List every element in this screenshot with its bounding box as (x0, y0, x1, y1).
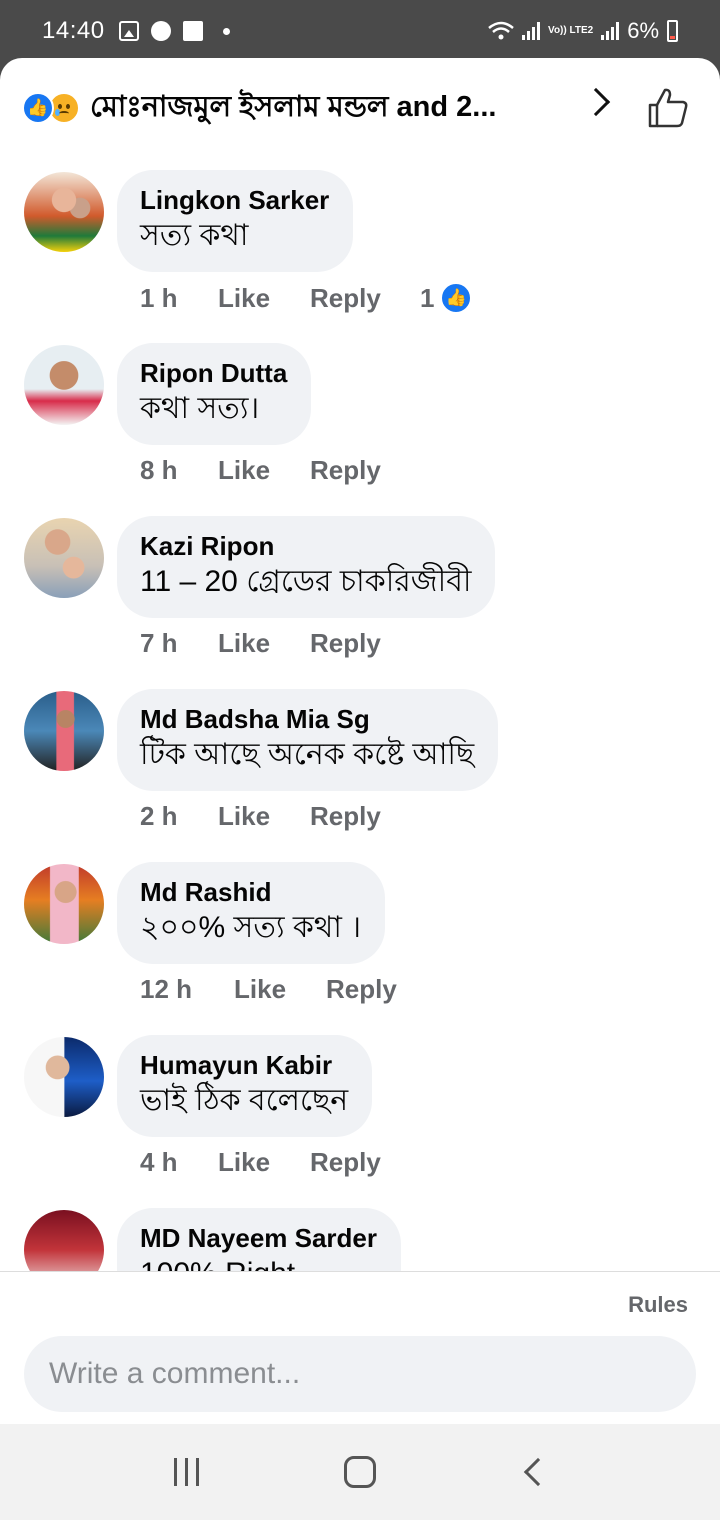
app-notification-icon (182, 21, 203, 41)
avatar[interactable] (24, 1210, 104, 1271)
comment-time[interactable]: 1 h (140, 283, 218, 314)
comment-bubble[interactable]: Md Rashid ২০০% সত্য কথা । (117, 862, 386, 964)
commenter-name[interactable]: Md Badsha Mia Sg (140, 703, 474, 735)
comment-text: কথা সত্য। (140, 392, 260, 425)
avatar[interactable] (24, 345, 104, 425)
comment-bubble[interactable]: Ripon Dutta কথা সত্য। (117, 343, 312, 445)
comment-text: ভাই ঠিক বলেছেন (140, 1084, 349, 1117)
comment-bubble[interactable]: Lingkon Sarker সত্য কথা (117, 170, 354, 272)
comment-bubble[interactable]: Humayun Kabir ভাই ঠিক বলেছেন (117, 1035, 373, 1137)
like-reaction-icon: 👍 (22, 92, 54, 124)
reactors-title: মোঃনাজমুল ইসলাম মন্ডল and 2... (90, 90, 497, 123)
gallery-notification-icon (118, 21, 139, 41)
reactions-header[interactable]: 👍 মোঃনাজমুল ইসলাম মন্ডল and 2... (0, 58, 720, 158)
reaction-summary: 👍 (22, 92, 80, 124)
commenter-name[interactable]: Humayun Kabir (140, 1049, 348, 1081)
comment-time[interactable]: 2 h (140, 801, 218, 832)
reaction-count-value: 1 (420, 282, 435, 313)
comment-bubble[interactable]: Kazi Ripon 11 – 20 গ্রেডের চাকরিজীবী (117, 516, 496, 618)
like-reaction-icon: 👍 (440, 282, 473, 314)
battery-percent: 6% (627, 18, 659, 43)
back-icon (524, 1457, 553, 1487)
commenter-name[interactable]: Kazi Ripon (140, 530, 471, 562)
network-type-label: Vo)) LTE2 (548, 25, 594, 36)
commenter-name[interactable]: Lingkon Sarker (140, 184, 329, 216)
comment-item: Kazi Ripon 11 – 20 গ্রেডের চাকরিজীবী 7 h… (0, 516, 720, 689)
status-bar: 14:40 Vo)) LTE2 6% (0, 0, 720, 62)
comment-item: Humayun Kabir ভাই ঠিক বলেছেন 4 h Like Re… (0, 1035, 720, 1208)
comment-text: 11 – 20 গ্রেডের চাকরিজীবী (140, 565, 472, 598)
comment-bubble[interactable]: Md Badsha Mia Sg টিক আছে অনেক কষ্টে আছি (117, 689, 499, 791)
like-button[interactable]: Like (218, 283, 310, 314)
rules-link[interactable]: Rules (628, 1292, 688, 1318)
comment-text: ২০০% সত্য কথা । (140, 911, 362, 944)
back-button[interactable] (503, 1442, 563, 1502)
comment-text: 100% Right (140, 1254, 377, 1271)
home-icon (343, 1456, 376, 1488)
like-outline-icon[interactable] (646, 86, 690, 130)
comment-time[interactable]: 7 h (140, 628, 218, 659)
more-notifications-icon (222, 27, 230, 35)
comment-list: Lingkon Sarker সত্য কথা 1 h Like Reply 1… (0, 170, 720, 1271)
comment-time[interactable]: 8 h (140, 455, 218, 486)
commenter-name[interactable]: MD Nayeem Sarder (140, 1222, 377, 1254)
commenter-name[interactable]: Ripon Dutta (140, 357, 287, 389)
comment-time[interactable]: 12 h (140, 974, 234, 1005)
comment-item: Md Badsha Mia Sg টিক আছে অনেক কষ্টে আছি … (0, 689, 720, 862)
like-button[interactable]: Like (234, 974, 326, 1005)
comment-text: সত্য কথা (140, 219, 249, 252)
avatar[interactable] (24, 1037, 104, 1117)
reply-button[interactable]: Reply (310, 628, 420, 659)
commenter-name[interactable]: Md Rashid (140, 876, 361, 908)
reply-button[interactable]: Reply (310, 801, 420, 832)
battery-icon (667, 20, 678, 42)
comment-item: Lingkon Sarker সত্য কথা 1 h Like Reply 1… (0, 170, 720, 343)
like-button[interactable]: Like (218, 1147, 310, 1178)
reply-button[interactable]: Reply (310, 455, 420, 486)
reply-button[interactable]: Reply (310, 283, 420, 314)
like-button[interactable]: Like (218, 628, 310, 659)
signal-1-icon (522, 22, 541, 40)
home-button[interactable] (330, 1442, 390, 1502)
like-button[interactable]: Like (218, 801, 310, 832)
like-button[interactable]: Like (218, 455, 310, 486)
comment-item: MD Nayeem Sarder 100% Right (0, 1208, 720, 1271)
reaction-count[interactable]: 1 👍 (420, 282, 473, 314)
comment-item: Md Rashid ২০০% সত্য কথা । 12 h Like Repl… (0, 862, 720, 1035)
comments-sheet: 👍 মোঃনাজমুল ইসলাম মন্ডল and 2... Lingkon… (0, 58, 720, 1424)
comment-bubble[interactable]: MD Nayeem Sarder 100% Right (117, 1208, 401, 1271)
comment-item: Ripon Dutta কথা সত্য। 8 h Like Reply (0, 343, 720, 516)
reply-button[interactable]: Reply (310, 1147, 420, 1178)
avatar[interactable] (24, 518, 104, 598)
reply-button[interactable]: Reply (326, 974, 436, 1005)
recents-icon (174, 1458, 200, 1486)
comment-composer: Rules (0, 1271, 720, 1424)
comment-input[interactable] (24, 1336, 696, 1412)
avatar[interactable] (24, 864, 104, 944)
status-time: 14:40 (42, 17, 105, 44)
avatar[interactable] (24, 172, 104, 252)
avatar[interactable] (24, 691, 104, 771)
wifi-icon (488, 21, 514, 40)
messenger-notification-icon (150, 21, 171, 41)
recents-button[interactable] (157, 1442, 217, 1502)
comment-time[interactable]: 4 h (140, 1147, 218, 1178)
comment-text: টিক আছে অনেক কষ্টে আছি (140, 738, 475, 771)
system-nav-bar (0, 1424, 720, 1520)
signal-2-icon (601, 22, 620, 40)
